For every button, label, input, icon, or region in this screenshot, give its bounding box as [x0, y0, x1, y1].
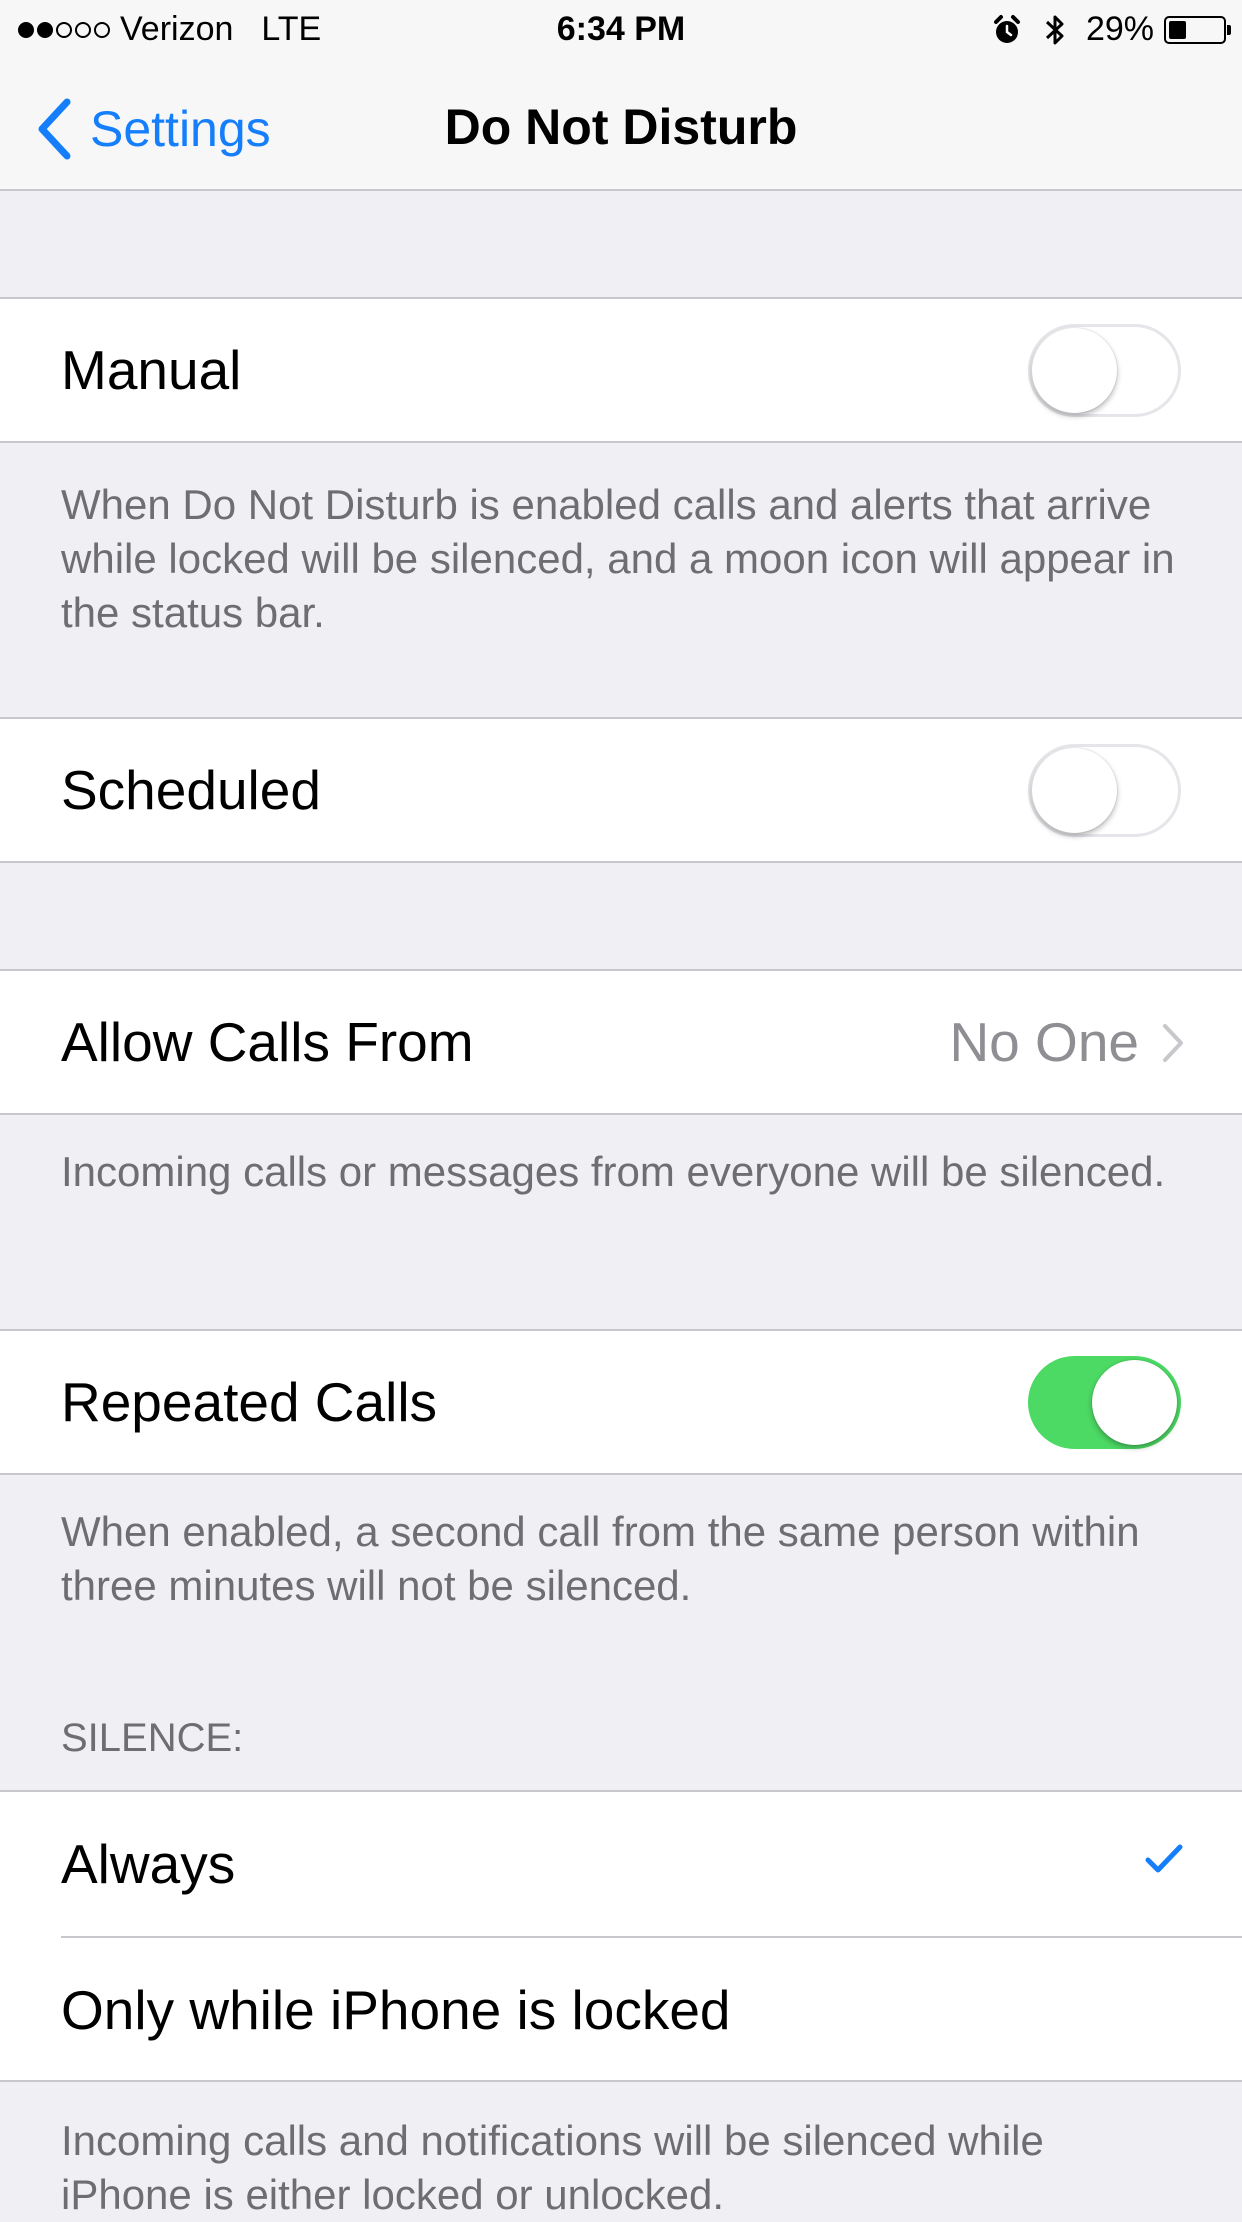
chevron-right-icon	[1163, 1024, 1183, 1062]
silence-footer: Incoming calls and notifications will be…	[61, 2117, 1044, 2218]
page-title: Do Not Disturb	[444, 99, 798, 155]
scheduled-label: Scheduled	[61, 759, 321, 821]
manual-toggle[interactable]	[1028, 324, 1181, 417]
alarm-icon	[993, 14, 1020, 43]
repeated-calls-label: Repeated Calls	[61, 1371, 438, 1433]
scheduled-toggle[interactable]	[1028, 744, 1181, 837]
allow-calls-from-cell[interactable]: Allow Calls From No One	[0, 969, 1242, 1115]
toggle-knob	[1032, 328, 1117, 413]
silence-option-label: Always	[61, 1833, 236, 1895]
repeated-calls-toggle[interactable]	[1028, 1356, 1181, 1449]
silence-option-only-while-locked[interactable]: Only while iPhone is locked	[0, 1938, 1242, 2083]
silence-section-header: SILENCE:	[61, 1716, 244, 1760]
status-bar: Verizon LTE 6:34 PM 29%	[0, 0, 1242, 62]
toggle-knob	[1032, 748, 1117, 833]
silence-option-always[interactable]: Always	[0, 1792, 1242, 1938]
status-right: 29%	[992, 10, 1231, 49]
checkmark-icon	[1145, 1844, 1183, 1873]
scheduled-cell: Scheduled	[0, 717, 1242, 863]
allow-calls-from-value: No One	[949, 1011, 1139, 1073]
silence-options-group: Always Only while iPhone is locked	[0, 1790, 1242, 2082]
navigation-bar: Settings Do Not Disturb	[0, 62, 1242, 191]
toggle-knob	[1092, 1360, 1177, 1445]
battery-percent: 29%	[1085, 10, 1154, 48]
allow-calls-footer: Incoming calls or messages from everyone…	[61, 1148, 1166, 1195]
manual-label: Manual	[61, 339, 242, 401]
manual-cell: Manual	[0, 297, 1242, 443]
manual-footer: When Do Not Disturb is enabled calls and…	[61, 481, 1175, 636]
bluetooth-icon	[1045, 15, 1064, 44]
allow-calls-from-label: Allow Calls From	[61, 1011, 474, 1073]
battery-icon	[1164, 15, 1231, 44]
repeated-calls-footer: When enabled, a second call from the sam…	[61, 1508, 1140, 1609]
silence-option-label: Only while iPhone is locked	[61, 1979, 731, 2041]
repeated-calls-cell: Repeated Calls	[0, 1329, 1242, 1475]
